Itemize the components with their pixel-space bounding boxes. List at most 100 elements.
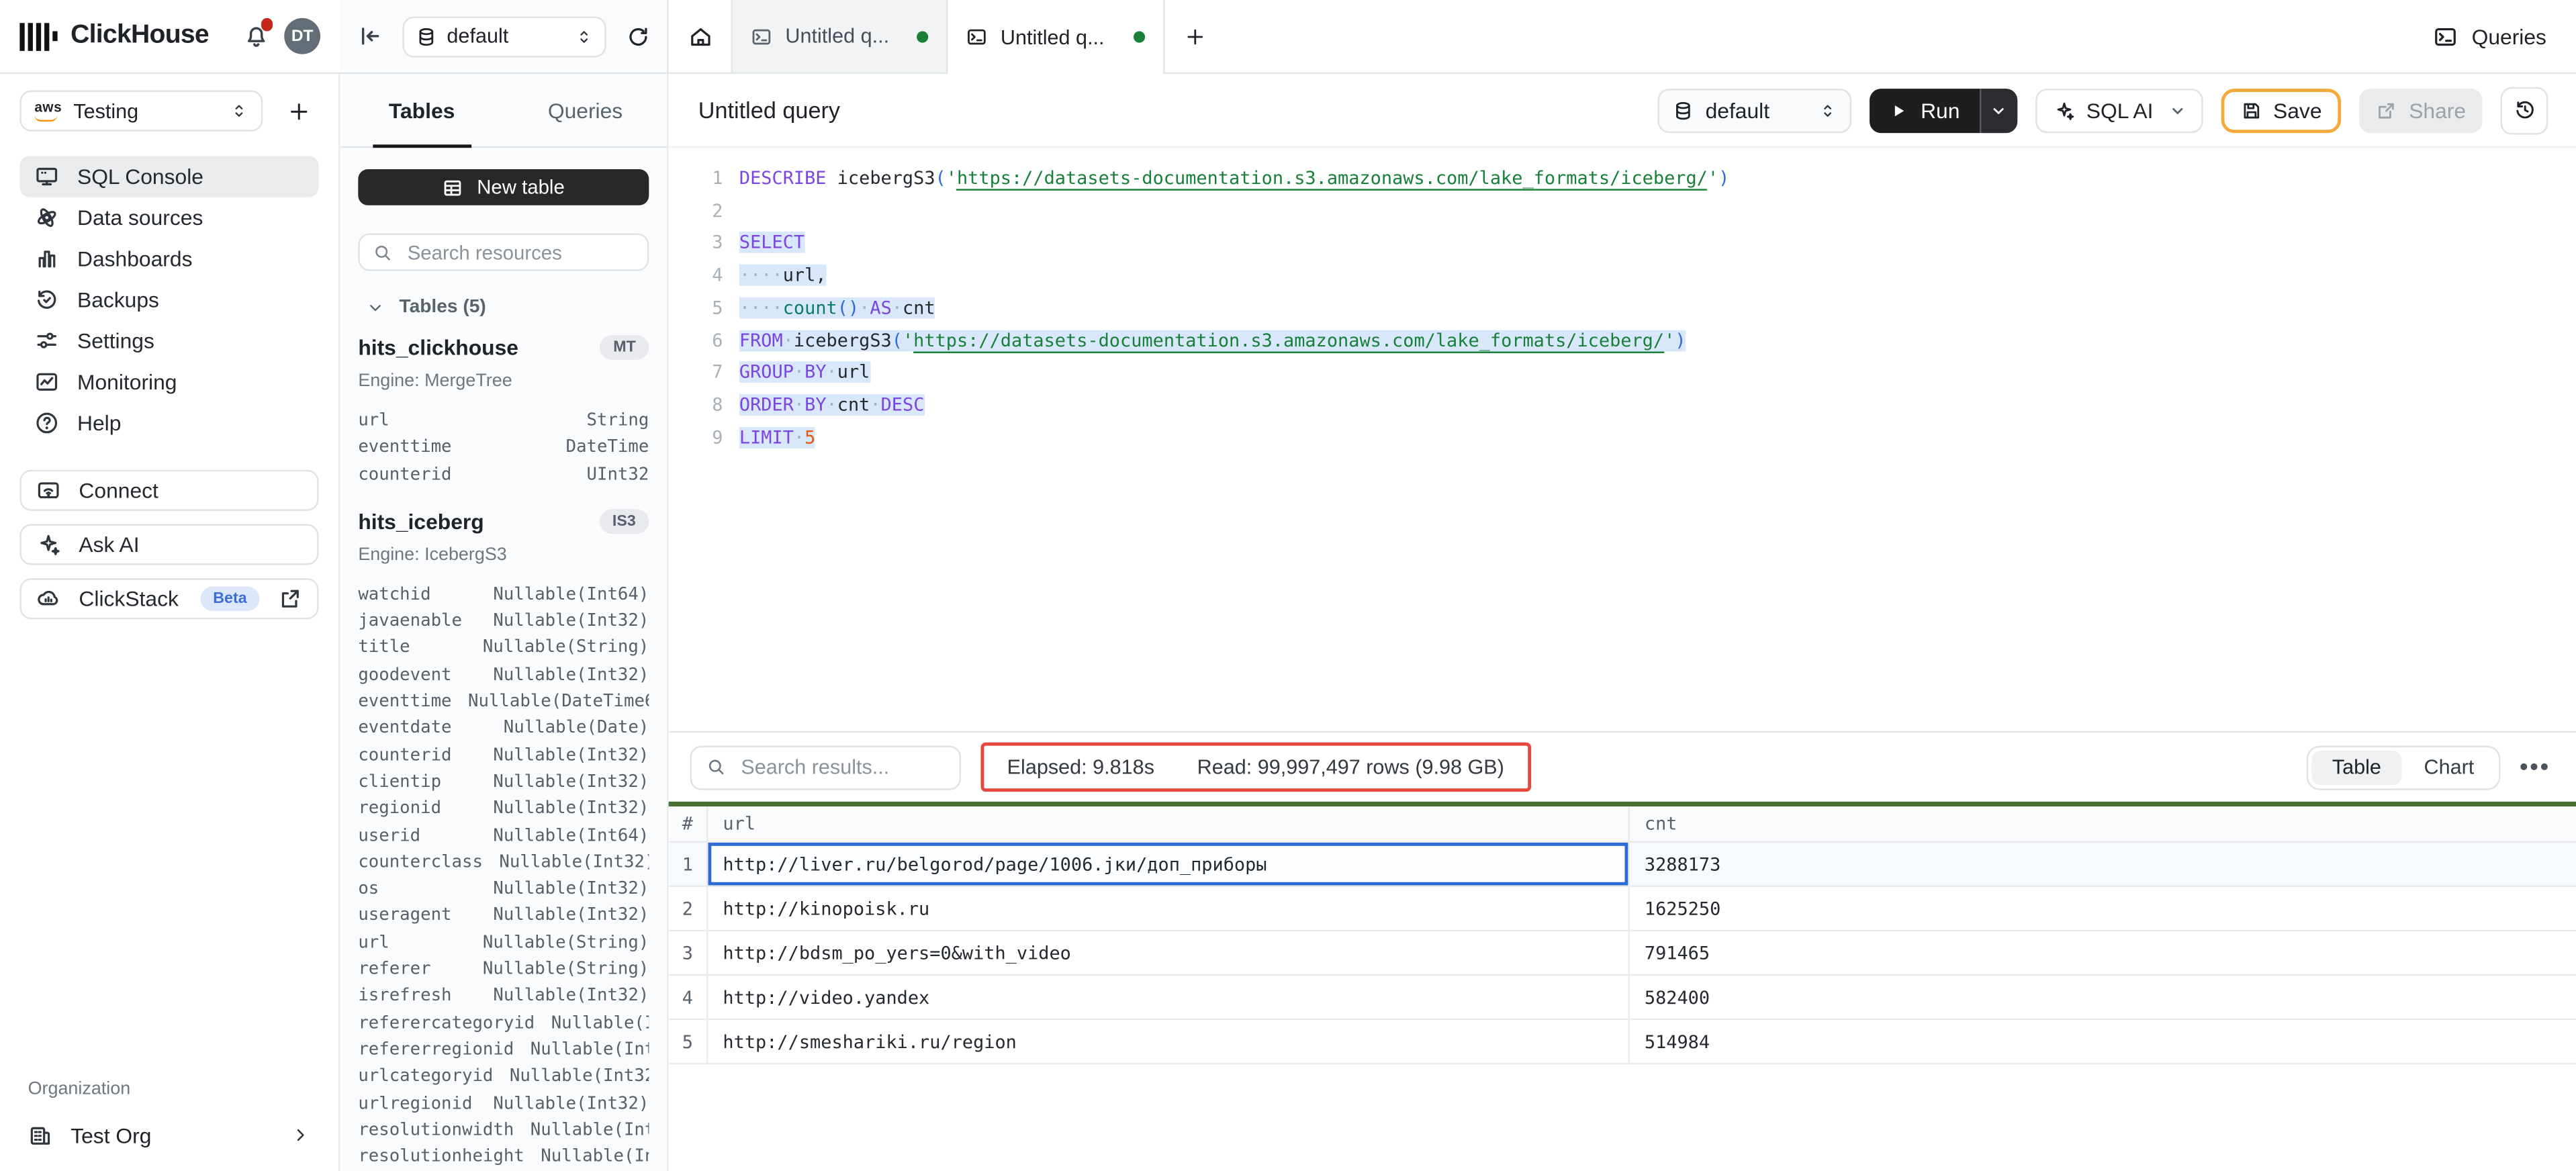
notifications-bell-icon[interactable] — [243, 23, 269, 49]
editor-database-selector[interactable]: default — [1658, 88, 1852, 132]
home-icon[interactable] — [669, 0, 731, 73]
share-button[interactable]: Share — [2360, 88, 2483, 132]
cnt-cell[interactable]: 791465 — [1630, 931, 2576, 974]
cnt-cell[interactable]: 514984 — [1630, 1020, 2576, 1063]
line-number: 4 — [669, 260, 739, 292]
add-service-button[interactable] — [277, 91, 318, 132]
query-history-button[interactable] — [2500, 86, 2548, 134]
refresh-icon[interactable] — [626, 24, 651, 48]
query-tab-1[interactable]: Untitled q... — [731, 0, 948, 73]
sidebar-item-help[interactable]: Help — [19, 402, 318, 442]
table-card-hits-clickhouse[interactable]: hits_clickhouseMTEngine: MergeTreeurlStr… — [358, 335, 649, 487]
save-button[interactable]: Save — [2221, 88, 2342, 132]
chevron-updown-icon — [575, 26, 593, 47]
column-row: refererregionidNullable(Int — [358, 1037, 649, 1064]
engine-label: Engine: MergeTree — [358, 371, 649, 391]
queries-button[interactable]: Queries — [2404, 0, 2576, 73]
tab-queries[interactable]: Queries — [504, 74, 667, 146]
queries-label: Queries — [2472, 24, 2546, 48]
elapsed-stat: Elapsed: 9.818s — [1007, 755, 1154, 778]
search-results-field[interactable] — [737, 754, 944, 780]
sidebar-button-clickstack[interactable]: ClickStackBeta — [19, 577, 318, 618]
share-label: Share — [2409, 98, 2466, 123]
notification-dot — [261, 18, 273, 30]
column-row: eventdateNullable(Date) — [358, 715, 649, 742]
search-resources-input[interactable] — [358, 233, 649, 271]
cnt-cell[interactable]: 3288173 — [1630, 843, 2576, 886]
column-row: resolutionheightNullable(In — [358, 1143, 649, 1170]
search-results-input[interactable] — [690, 745, 962, 789]
history-icon — [2513, 99, 2536, 122]
url-cell[interactable]: http://liver.ru/belgorod/page/1006.jки/д… — [708, 843, 1629, 886]
sidebar-button-ask-ai[interactable]: Ask AI — [19, 523, 318, 564]
url-cell[interactable]: http://kinopoisk.ru — [708, 887, 1629, 930]
chevron-down-icon — [1992, 103, 2007, 118]
column-row: counteridUInt32 — [358, 461, 649, 487]
sidebar-item-label: Data sources — [77, 205, 203, 230]
share-icon — [2376, 99, 2397, 121]
read-stat: Read: 99,997,497 rows (9.98 GB) — [1197, 755, 1504, 778]
table-row[interactable]: 1http://liver.ru/belgorod/page/1006.jки/… — [669, 843, 2576, 887]
sidebar-item-monitoring[interactable]: Monitoring — [19, 361, 318, 402]
monitor-icon — [34, 164, 59, 189]
table-row[interactable]: 3http://bdsm_po_yers=0&with_video791465 — [669, 931, 2576, 976]
column-row: regionidNullable(Int32) — [358, 796, 649, 823]
engine-badge: IS3 — [599, 509, 649, 534]
view-toggle-chart[interactable]: Chart — [2403, 750, 2495, 784]
column-row: javaenableNullable(Int32) — [358, 608, 649, 635]
query-title: Untitled query — [698, 97, 840, 123]
tables-section-header[interactable]: Tables (5) — [358, 297, 649, 317]
search-icon — [706, 757, 726, 777]
table-row[interactable]: 2http://kinopoisk.ru1625250 — [669, 887, 2576, 931]
view-toggle-table[interactable]: Table — [2311, 750, 2403, 784]
sidebar-item-test-org[interactable]: Test Org — [19, 1115, 318, 1155]
table-row[interactable]: 4http://video.yandex582400 — [669, 976, 2576, 1020]
col-header-cnt[interactable]: cnt — [1630, 806, 2576, 841]
database-selector[interactable]: default — [402, 15, 606, 56]
table-row[interactable]: 5http://smeshariki.ru/region514984 — [669, 1020, 2576, 1064]
sidebar-footer: Organization Test Org — [19, 1079, 318, 1155]
run-options-button[interactable] — [1980, 88, 2017, 132]
sql-ai-button[interactable]: SQL AI — [2035, 88, 2203, 132]
collapse-panel-icon[interactable] — [357, 23, 383, 49]
view-toggle: Table Chart — [2306, 745, 2501, 789]
table-name[interactable]: hits_iceberg — [358, 509, 484, 534]
code-line-2: 2 — [669, 195, 2576, 227]
sidebar-item-label: Settings — [77, 328, 154, 353]
avatar[interactable]: DT — [284, 18, 320, 54]
query-tab-label: Untitled q... — [785, 25, 889, 48]
sidebar-item-data-sources[interactable]: Data sources — [19, 197, 318, 238]
sidebar-item-dashboards[interactable]: Dashboards — [19, 238, 318, 279]
cnt-cell[interactable]: 1625250 — [1630, 887, 2576, 930]
code-line-5: 5····count()·AS·cnt — [669, 292, 2576, 324]
cnt-cell[interactable]: 582400 — [1630, 976, 2576, 1019]
search-resources-field[interactable] — [404, 239, 635, 265]
sidebar-item-backups[interactable]: Backups — [19, 279, 318, 320]
results-table: #urlcnt1http://liver.ru/belgorod/page/10… — [669, 802, 2576, 1064]
code-text: ····count()·AS·cnt — [739, 292, 935, 324]
code-editor[interactable]: 1DESCRIBE icebergS3('https://datasets-do… — [669, 148, 2576, 454]
code-line-3: 3SELECT — [669, 228, 2576, 260]
table-name[interactable]: hits_clickhouse — [358, 335, 518, 360]
url-cell[interactable]: http://smeshariki.ru/region — [708, 1020, 1629, 1063]
url-cell[interactable]: http://bdsm_po_yers=0&with_video — [708, 931, 1629, 974]
top-bar: ClickHouse DT default Untitled q... — [0, 0, 2576, 74]
new-table-button[interactable]: New table — [358, 169, 649, 205]
sidebar-item-settings[interactable]: Settings — [19, 320, 318, 361]
query-tab-2[interactable]: Untitled q... — [948, 0, 1165, 74]
col-header-num[interactable]: # — [669, 806, 708, 841]
url-cell[interactable]: http://video.yandex — [708, 976, 1629, 1019]
sidebar-item-sql-console[interactable]: SQL Console — [19, 156, 318, 196]
run-button[interactable]: Run — [1870, 88, 1980, 132]
tab-tables[interactable]: Tables — [340, 74, 503, 146]
new-tab-button[interactable] — [1165, 0, 1224, 73]
sidebar-item-label: Backups — [77, 287, 159, 312]
more-options-icon[interactable]: ••• — [2515, 753, 2555, 782]
col-header-url[interactable]: url — [708, 806, 1629, 841]
column-list: watchidNullable(Int64)javaenableNullable… — [358, 581, 649, 1170]
service-selector[interactable]: aws Testing — [19, 91, 263, 132]
table-card-hits-iceberg[interactable]: hits_icebergIS3Engine: IcebergS3watchidN… — [358, 509, 649, 1170]
code-text: DESCRIBE icebergS3('https://datasets-doc… — [739, 162, 1729, 195]
code-text: FROM·icebergS3('https://datasets-documen… — [739, 324, 1686, 357]
sidebar-button-connect[interactable]: Connect — [19, 469, 318, 510]
